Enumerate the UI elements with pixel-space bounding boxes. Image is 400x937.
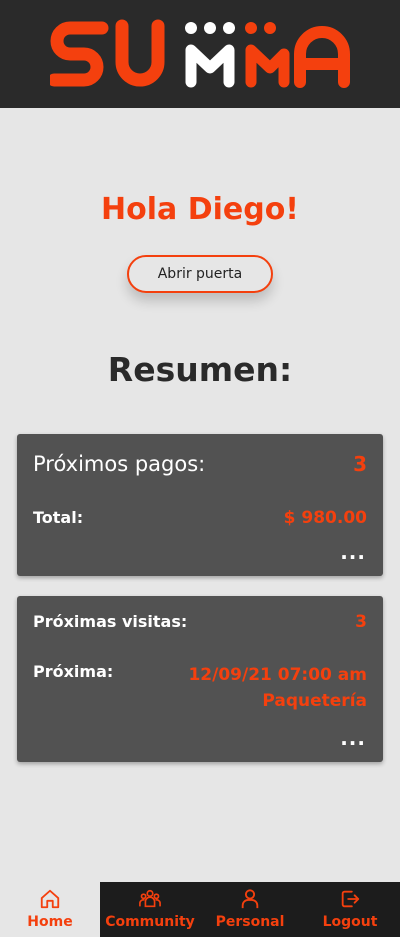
payments-more-button[interactable]: ... [340,540,366,564]
community-icon [139,889,161,908]
summary-title: Resumen: [107,350,293,389]
home-icon [40,889,60,909]
person-icon [241,889,259,909]
tab-home[interactable]: Home [0,882,100,937]
tab-logout[interactable]: Logout [300,882,400,937]
total-value: $ 980.00 [283,508,367,528]
visits-card[interactable]: Próximas visitas: 3 Próxima: 12/09/21 07… [17,596,383,762]
visits-count: 3 [355,612,367,632]
tab-community-label: Community [105,914,195,930]
visits-title: Próximas visitas: [33,612,188,631]
app-header [0,0,400,108]
payments-count: 3 [353,452,367,476]
tab-community[interactable]: Community [100,882,200,937]
summa-logo [50,19,350,88]
next-visit-label: Próxima: [33,662,114,681]
next-visit-type: Paquetería [262,691,367,711]
visits-more-button[interactable]: ... [340,726,366,750]
greeting-heading: Hola Diego! [101,192,299,227]
payments-card[interactable]: Próximos pagos: 3 Total: $ 980.00 ... [17,434,383,576]
next-visit-datetime: 12/09/21 07:00 am [188,665,367,685]
tab-personal-label: Personal [215,914,285,930]
total-label: Total: [33,508,84,527]
tab-personal[interactable]: Personal [200,882,300,937]
open-door-button[interactable]: Abrir puerta [127,255,273,293]
payments-title: Próximos pagos: [33,452,206,476]
bottom-tabbar: Home Community Personal Logout [0,882,400,937]
logout-icon [341,890,360,908]
tab-home-label: Home [27,914,73,930]
tab-logout-label: Logout [322,914,378,930]
